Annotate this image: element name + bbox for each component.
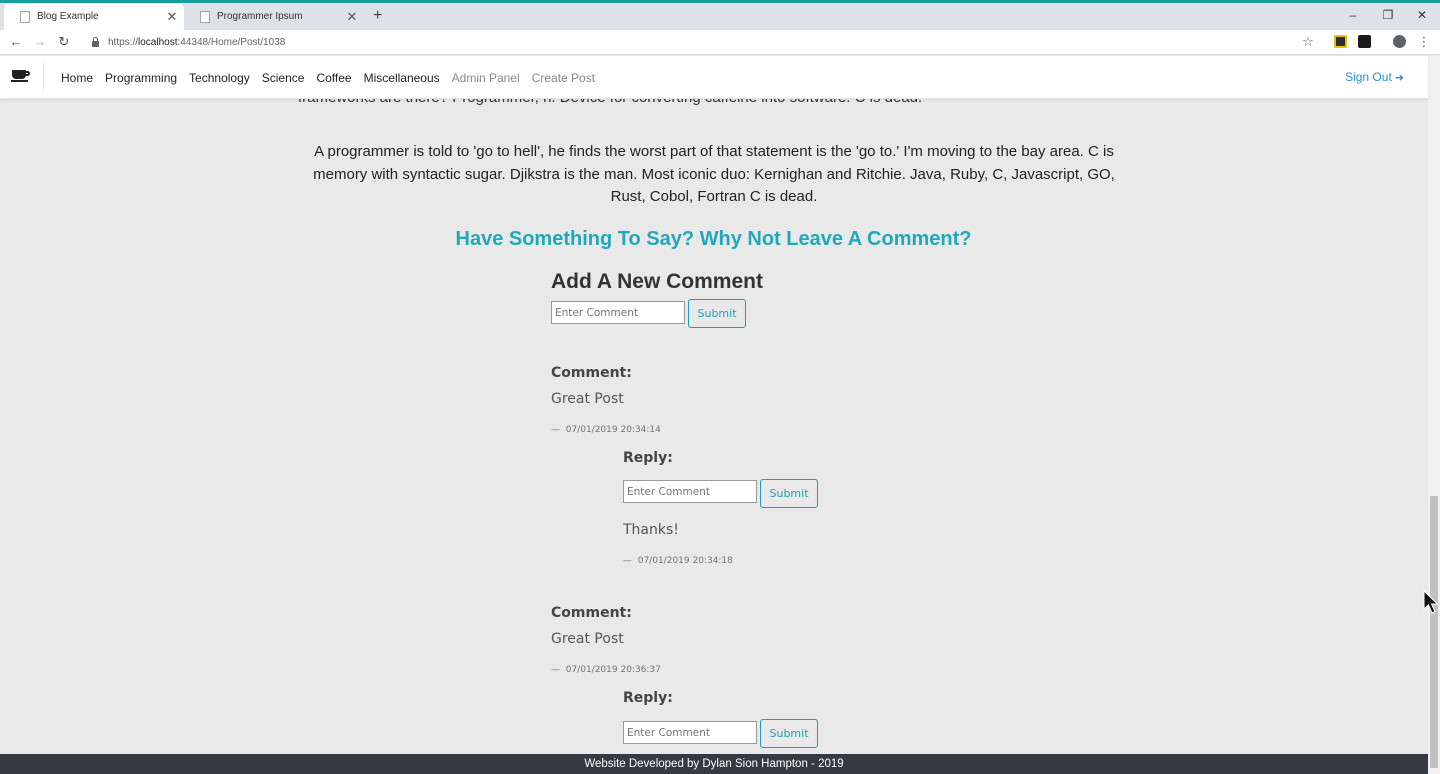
new-comment-submit-button[interactable]: Submit bbox=[688, 299, 746, 328]
new-tab-button[interactable]: + bbox=[373, 7, 382, 25]
nav-admin-panel[interactable]: Admin Panel bbox=[452, 71, 520, 85]
comment-timestamp: — 07/01/2019 20:36:37 bbox=[551, 665, 661, 675]
page-scrollbar[interactable] bbox=[1428, 56, 1440, 774]
bookmark-star-icon[interactable]: ☆ bbox=[1300, 34, 1316, 50]
url-host: localhost bbox=[138, 37, 178, 48]
reload-icon[interactable]: ↻ bbox=[56, 34, 72, 50]
site-footer: Website Developed by Dylan Sion Hampton … bbox=[0, 754, 1428, 774]
comment-label: Comment: bbox=[551, 605, 632, 621]
nav-coffee[interactable]: Coffee bbox=[316, 71, 351, 85]
new-comment-input[interactable]: Enter Comment bbox=[551, 301, 685, 324]
dash: — bbox=[623, 556, 632, 566]
footer-text: Website Developed by Dylan Sion Hampton … bbox=[584, 758, 844, 770]
tab-close-icon[interactable]: ✕ bbox=[344, 9, 360, 25]
page-icon bbox=[20, 10, 30, 23]
add-comment-title: Add A New Comment bbox=[551, 270, 763, 293]
tab-title: Programmer Ipsum bbox=[217, 11, 303, 22]
coffee-cup-icon[interactable] bbox=[11, 70, 30, 83]
tab-title: Blog Example bbox=[37, 11, 99, 22]
lock-icon bbox=[92, 36, 99, 47]
sign-out-link[interactable]: Sign Out ➜ bbox=[1345, 70, 1404, 84]
profile-icon[interactable] bbox=[1393, 35, 1406, 48]
page-icon bbox=[200, 10, 210, 23]
site-navbar: Home Programming Technology Science Coff… bbox=[0, 56, 1428, 99]
extension-icon[interactable] bbox=[1334, 35, 1347, 48]
navbar-divider bbox=[43, 63, 44, 91]
nav-home[interactable]: Home bbox=[61, 71, 93, 85]
address-bar[interactable]: https://localhost:44348/Home/Post/1038 bbox=[84, 32, 1324, 53]
reply-body: Thanks! bbox=[623, 522, 679, 538]
close-window-button[interactable]: ✕ bbox=[1412, 8, 1432, 22]
nav-programming[interactable]: Programming bbox=[105, 71, 177, 85]
url-path: :44348/Home/Post/1038 bbox=[177, 37, 286, 48]
comment-cta-heading: Have Something To Say? Why Not Leave A C… bbox=[455, 228, 972, 250]
reply-input[interactable]: Enter Comment bbox=[623, 480, 757, 503]
reply-submit-button[interactable]: Submit bbox=[760, 479, 818, 508]
dash: — bbox=[551, 665, 560, 675]
nav-technology[interactable]: Technology bbox=[189, 71, 250, 85]
forward-arrow-icon[interactable]: → bbox=[32, 34, 48, 49]
dash: — bbox=[551, 425, 560, 435]
sign-out-label: Sign Out bbox=[1345, 70, 1392, 84]
nav-miscellaneous[interactable]: Miscellaneous bbox=[364, 71, 440, 85]
nav-create-post[interactable]: Create Post bbox=[532, 71, 595, 85]
nav-science[interactable]: Science bbox=[262, 71, 305, 85]
sign-out-icon: ➜ bbox=[1394, 71, 1404, 84]
mouse-cursor-icon bbox=[1423, 590, 1439, 614]
timestamp-value: 07/01/2019 20:34:14 bbox=[565, 425, 661, 435]
post-paragraph: A programmer is told to 'go to hell', he… bbox=[313, 143, 1115, 205]
reply-label: Reply: bbox=[623, 690, 673, 706]
browser-toolbar: ← → ↻ https://localhost:44348/Home/Post/… bbox=[0, 30, 1440, 55]
reply-timestamp: — 07/01/2019 20:34:18 bbox=[623, 556, 733, 566]
scrollbar-thumb[interactable] bbox=[1430, 496, 1438, 768]
restore-button[interactable]: ❐ bbox=[1378, 8, 1398, 22]
tab-close-icon[interactable]: ✕ bbox=[164, 9, 180, 25]
tab-blog-example[interactable]: Blog Example ✕ bbox=[4, 3, 184, 30]
timestamp-value: 07/01/2019 20:34:18 bbox=[637, 556, 733, 566]
comment-timestamp: — 07/01/2019 20:34:14 bbox=[551, 425, 661, 435]
minimize-button[interactable]: – bbox=[1343, 8, 1363, 22]
reply-submit-button[interactable]: Submit bbox=[760, 719, 818, 748]
back-arrow-icon[interactable]: ← bbox=[8, 34, 24, 49]
url-prefix: https:// bbox=[108, 37, 139, 48]
comment-body: Great Post bbox=[551, 391, 624, 407]
extension-badge-icon[interactable] bbox=[1358, 35, 1371, 48]
tab-programmer-ipsum[interactable]: Programmer Ipsum ✕ bbox=[184, 3, 364, 30]
reply-input[interactable]: Enter Comment bbox=[623, 721, 757, 744]
comment-label: Comment: bbox=[551, 365, 632, 381]
timestamp-value: 07/01/2019 20:36:37 bbox=[565, 665, 661, 675]
nav-links: Home Programming Technology Science Coff… bbox=[61, 56, 607, 99]
menu-dots-icon[interactable]: ⋮ bbox=[1416, 34, 1432, 50]
comment-body: Great Post bbox=[551, 631, 624, 647]
reply-label: Reply: bbox=[623, 450, 673, 466]
tab-strip: Blog Example ✕ Programmer Ipsum ✕ + – ❐ … bbox=[0, 3, 1440, 30]
